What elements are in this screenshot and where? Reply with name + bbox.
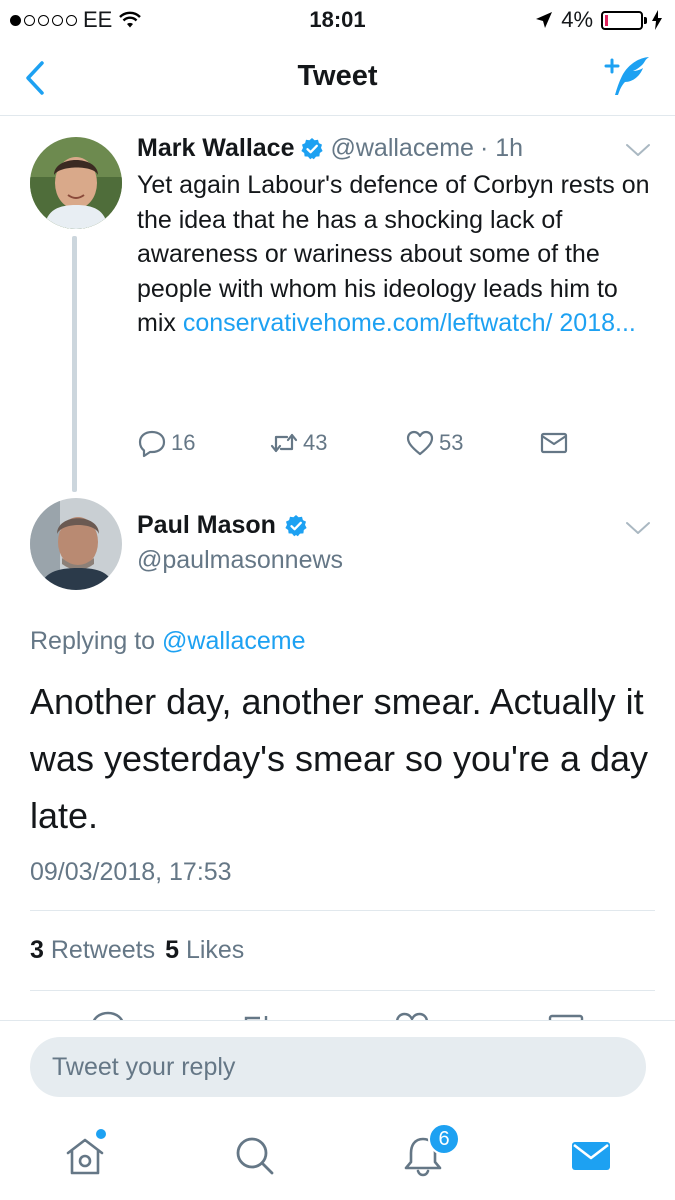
compose-tweet-icon[interactable] (603, 54, 651, 98)
home-icon (66, 1138, 104, 1175)
main-tweet-header: Paul Mason (137, 511, 308, 540)
page-title: Tweet (297, 60, 378, 92)
like-count: 53 (439, 430, 464, 455)
tweet-timestamp: 09/03/2018, 17:53 (30, 858, 232, 886)
retweets-number: 3 (30, 936, 44, 964)
reply-count: 16 (171, 430, 196, 455)
reply-bar (0, 1020, 675, 1115)
replying-to-handle[interactable]: @wallaceme (162, 627, 305, 655)
retweet-icon (270, 433, 298, 453)
likes-stat[interactable]: 5 Likes (165, 936, 244, 965)
charging-bolt-icon (652, 10, 662, 30)
parent-tweet-body: Yet again Labour's defence of Corbyn res… (137, 168, 657, 341)
location-arrow-icon (536, 12, 553, 28)
author-name[interactable]: Paul Mason (137, 511, 276, 540)
reply-input[interactable] (30, 1037, 646, 1097)
reply-action[interactable]: 16 (137, 428, 195, 458)
avatar-paul-mason[interactable] (30, 498, 122, 590)
replying-to: Replying to @wallaceme (30, 627, 306, 656)
tab-bar: 6 (0, 1115, 675, 1200)
battery-percent: 4% (561, 7, 593, 32)
tab-home[interactable] (62, 1129, 108, 1179)
likes-number: 5 (165, 936, 179, 964)
notifications-badge: 6 (428, 1123, 460, 1155)
engagement-counts: 3 Retweets 5 Likes (30, 936, 244, 965)
verified-badge-icon (285, 514, 307, 536)
chevron-down-icon[interactable] (625, 520, 651, 536)
like-action[interactable]: 53 (405, 428, 463, 458)
search-icon (236, 1137, 274, 1175)
retweets-stat[interactable]: 3 Retweets (30, 936, 155, 965)
thread-connector (72, 236, 77, 492)
tab-search[interactable] (232, 1133, 278, 1179)
reply-icon (138, 430, 166, 458)
verified-badge-icon (301, 137, 324, 159)
author-handle[interactable]: @wallaceme (330, 134, 473, 163)
tab-messages[interactable] (568, 1133, 614, 1179)
parent-tweet-header: Mark Wallace @wallaceme · 1h (137, 134, 523, 163)
author-handle[interactable]: @paulmasonnews (137, 546, 343, 575)
likes-label: Likes (185, 936, 245, 964)
system-indicators: 4% (535, 7, 663, 33)
divider (30, 990, 655, 991)
parent-tweet-link[interactable]: conservativehome.com/leftwatch/ 2018... (183, 309, 636, 337)
status-bar: EE 18:01 4% (0, 0, 675, 40)
nav-bar: Tweet (0, 40, 675, 116)
chevron-down-icon[interactable] (625, 142, 651, 158)
divider (30, 910, 655, 911)
new-content-dot (96, 1129, 106, 1139)
envelope-icon (540, 432, 568, 454)
direct-message-action[interactable] (539, 428, 569, 458)
retweets-label: Retweets (50, 936, 156, 964)
envelope-icon (572, 1142, 610, 1170)
replying-to-label: Replying to (30, 627, 156, 655)
author-name[interactable]: Mark Wallace (137, 134, 294, 163)
heart-icon (406, 430, 434, 456)
retweet-count: 43 (303, 430, 328, 455)
retweet-action[interactable]: 43 (269, 428, 327, 458)
battery-icon (601, 10, 647, 30)
avatar-mark-wallace[interactable] (30, 137, 122, 229)
tweet-age: · 1h (479, 134, 524, 162)
main-tweet-text: Another day, another smear. Actually it … (30, 681, 649, 836)
parent-tweet-actions: 16 43 53 (137, 428, 587, 460)
